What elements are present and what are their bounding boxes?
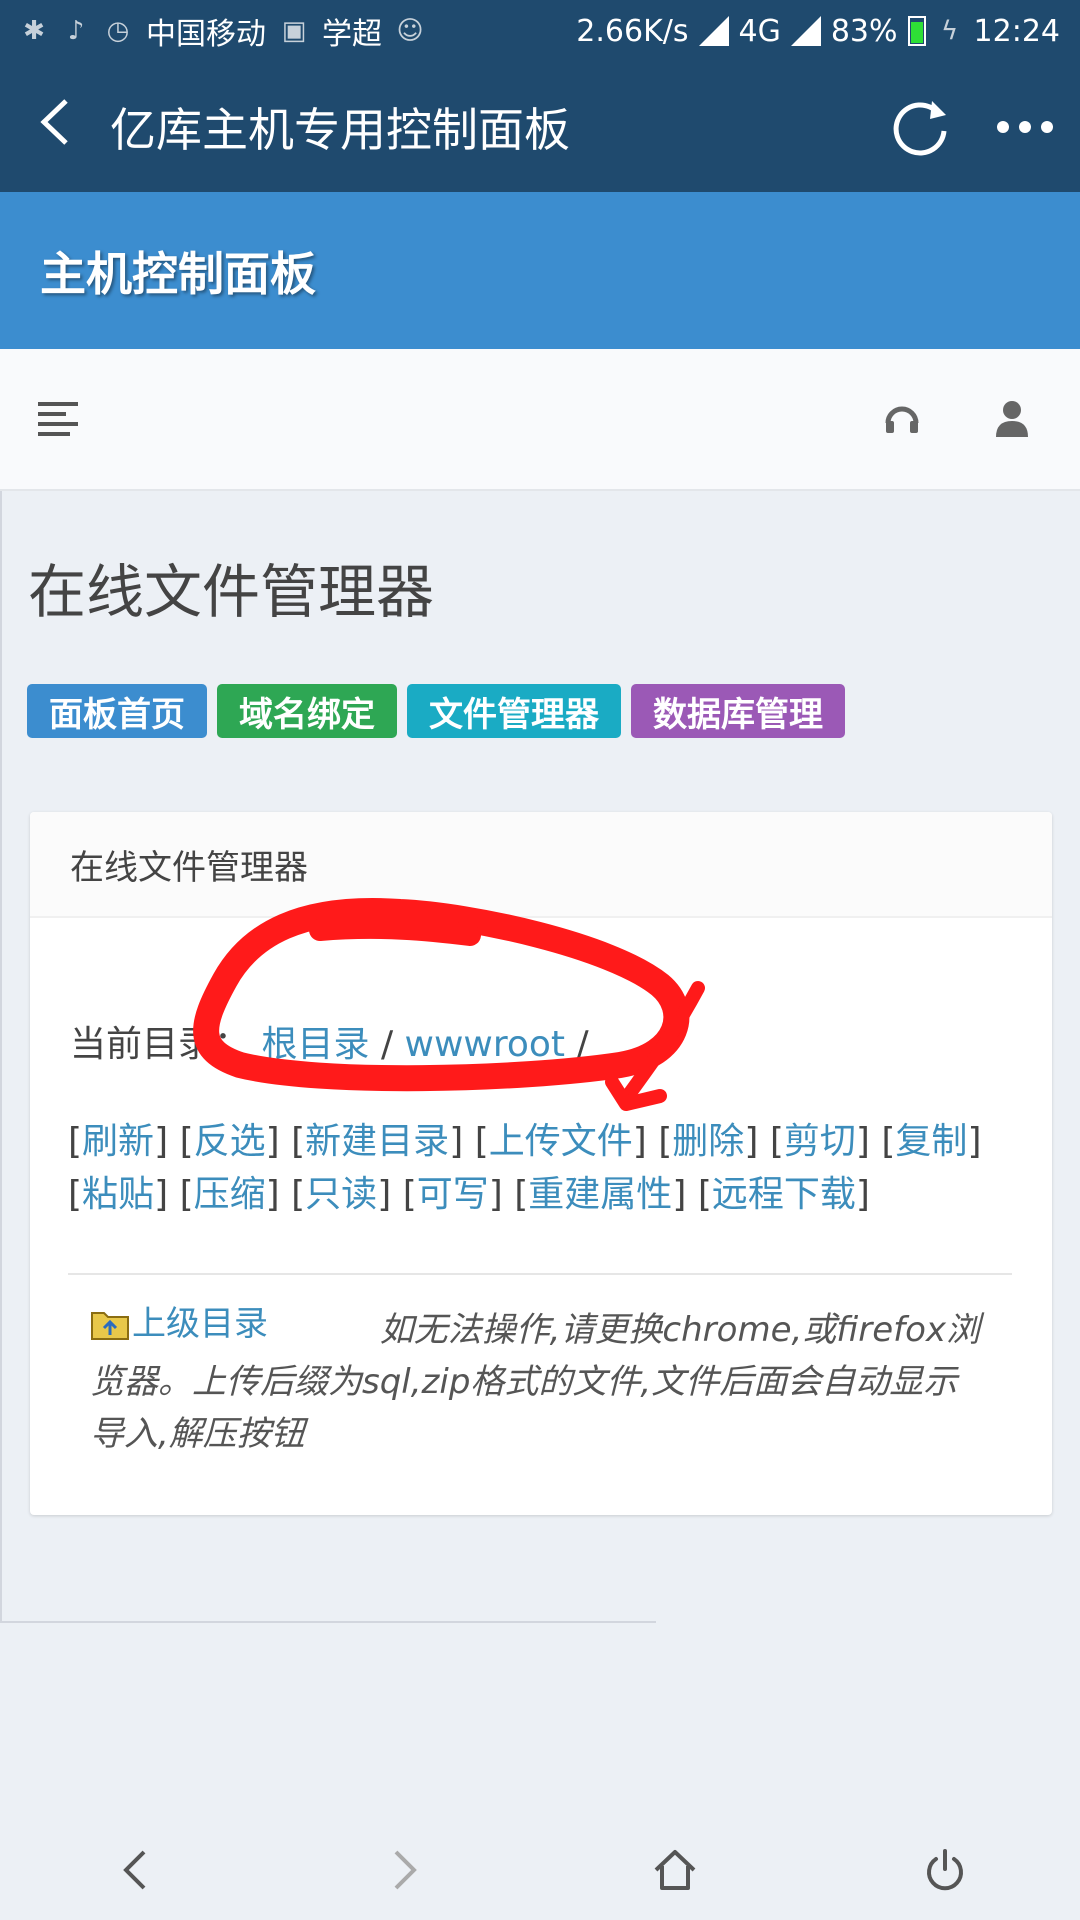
- action-compress[interactable]: 压缩: [194, 1174, 266, 1215]
- battery-icon: [907, 16, 926, 46]
- refresh-icon: [893, 101, 947, 156]
- toolbar: [0, 349, 1080, 491]
- current-directory: 当前目录： 根目录 / wwwroot /: [70, 1015, 589, 1067]
- more-dot: [997, 121, 1009, 133]
- support-headset-icon[interactable]: [872, 389, 932, 449]
- battery-level: 83%: [830, 13, 898, 49]
- alarm-icon: ◷: [106, 16, 130, 46]
- content-left-border: [0, 491, 2, 1621]
- path-separator: /: [576, 1024, 589, 1065]
- action-delete[interactable]: 删除: [672, 1121, 744, 1162]
- nav-tags: 面板首页 域名绑定 文件管理器 数据库管理: [27, 684, 845, 738]
- home-icon: [654, 1850, 696, 1890]
- signal-icon: [698, 16, 729, 46]
- nav-home-button[interactable]: [630, 1830, 720, 1910]
- nav-back-button[interactable]: [90, 1830, 180, 1910]
- refresh-button[interactable]: [870, 77, 970, 177]
- box-divider: [68, 1273, 1012, 1275]
- action-paste[interactable]: 粘贴: [82, 1174, 154, 1215]
- content-bottom-border: [0, 1621, 656, 1623]
- tag-panel-home[interactable]: 面板首页: [27, 684, 207, 738]
- action-rebuild-attributes[interactable]: 重建属性: [528, 1174, 672, 1215]
- power-icon: [927, 1849, 963, 1891]
- chevron-right-icon: [394, 1850, 417, 1890]
- tag-database-manager[interactable]: 数据库管理: [631, 684, 845, 738]
- system-nav-bar: [0, 1820, 1080, 1920]
- bluetooth-icon: ✱: [23, 16, 45, 46]
- status-bar: ✱ ♪ ◷ 中国移动 ▣ 学超 ☺ 2.66K/s 4G 83% ϟ 12:24: [0, 0, 1080, 62]
- nav-power-button[interactable]: [900, 1830, 990, 1910]
- clock: 12:24: [973, 13, 1060, 49]
- box-title: 在线文件管理器: [30, 812, 1052, 918]
- image-icon: ▣: [281, 16, 307, 46]
- tag-domain-binding[interactable]: 域名绑定: [217, 684, 397, 738]
- file-actions: [刷新] [反选] [新建目录] [上传文件] [删除] [剪切] [复制] […: [68, 1121, 982, 1215]
- action-invert-select[interactable]: 反选: [194, 1121, 266, 1162]
- action-remote-download[interactable]: 远程下载: [712, 1174, 856, 1215]
- network-type: 4G: [738, 13, 781, 49]
- action-writable[interactable]: 可写: [417, 1174, 489, 1215]
- panel-header: 主机控制面板: [0, 192, 1080, 349]
- menu-toggle-icon[interactable]: [38, 402, 78, 436]
- path-separator: /: [380, 1024, 394, 1065]
- folder-up-icon: [91, 1312, 129, 1340]
- path-wwwroot-link[interactable]: wwwroot: [405, 1024, 566, 1065]
- carrier-name: 中国移动: [146, 17, 266, 52]
- more-dot: [1041, 121, 1053, 133]
- nav-forward-button[interactable]: [360, 1830, 450, 1910]
- more-dot: [1019, 121, 1031, 133]
- file-list-note: 上级目录 如无法操作,请更换chrome,或firefox浏览器。上传后缀为sq…: [90, 1298, 990, 1460]
- action-upload-file[interactable]: 上传文件: [489, 1121, 633, 1162]
- app-notice: 学超: [322, 17, 382, 52]
- parent-directory-link[interactable]: 上级目录: [90, 1298, 268, 1350]
- action-copy[interactable]: 复制: [895, 1121, 967, 1162]
- path-root-link[interactable]: 根目录: [261, 1024, 369, 1065]
- chevron-left-icon: [123, 1850, 146, 1890]
- signal-icon-2: [790, 16, 821, 46]
- charging-icon: ϟ: [940, 16, 959, 46]
- chevron-left-icon: [40, 99, 68, 145]
- action-cut[interactable]: 剪切: [784, 1121, 856, 1162]
- action-new-folder[interactable]: 新建目录: [305, 1121, 449, 1162]
- more-options-button[interactable]: [970, 77, 1080, 177]
- wechat-icon: ☺: [396, 16, 424, 46]
- parent-directory-label: 上级目录: [132, 1304, 268, 1344]
- window-title: 亿库主机专用控制面板: [110, 103, 570, 157]
- action-refresh[interactable]: 刷新: [82, 1121, 154, 1162]
- network-speed: 2.66K/s: [576, 13, 689, 49]
- current-dir-label: 当前目录：: [70, 1024, 251, 1065]
- app-title-bar: 亿库主机专用控制面板: [0, 62, 1080, 192]
- back-button[interactable]: [0, 97, 110, 157]
- tag-file-manager[interactable]: 文件管理器: [407, 684, 621, 738]
- user-icon[interactable]: [982, 389, 1042, 449]
- action-read-only[interactable]: 只读: [305, 1174, 377, 1215]
- page-title: 在线文件管理器: [28, 558, 435, 626]
- mute-icon: ♪: [67, 16, 85, 46]
